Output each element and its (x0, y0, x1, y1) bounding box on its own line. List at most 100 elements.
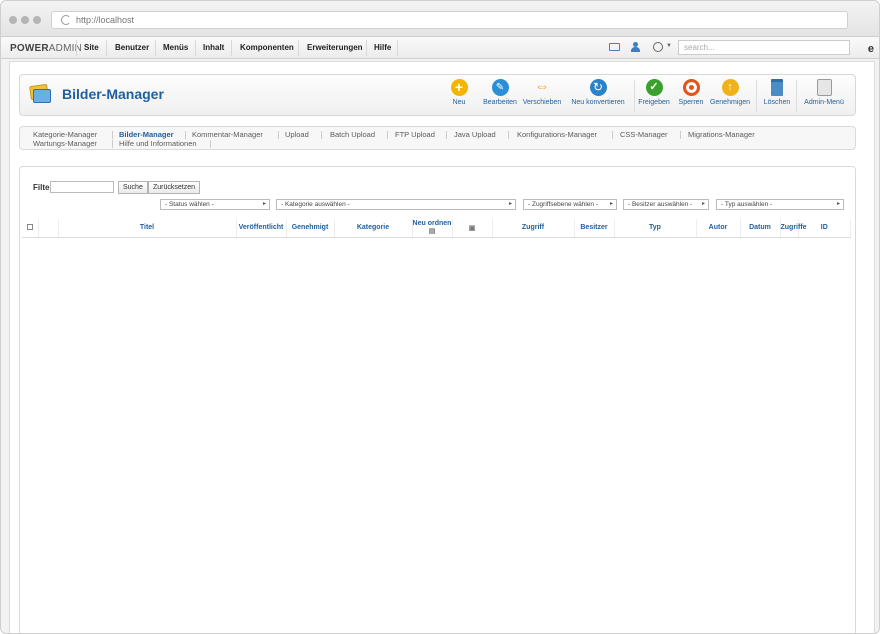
subnav-bilder-manager[interactable]: Bilder-Manager (119, 130, 174, 139)
reload-icon[interactable] (61, 15, 71, 25)
subnav-separator (680, 131, 681, 139)
trash-icon (771, 79, 783, 96)
subnav-kategorie-manager[interactable]: Kategorie-Manager (33, 130, 97, 139)
admin-menu-button-label: Admin-Menü (804, 99, 844, 106)
menu-separator (106, 40, 107, 56)
sub-navigation: Kategorie-Manager Bilder-Manager Komment… (19, 126, 856, 150)
menu-komponenten[interactable]: Komponenten (240, 43, 294, 52)
subnav-css-manager[interactable]: CSS-Manager (620, 130, 668, 139)
subnav-wartungs-manager[interactable]: Wartungs-Manager (33, 139, 97, 148)
block-icon (682, 79, 700, 96)
window-close-dot[interactable] (9, 16, 17, 24)
subnav-separator (210, 140, 211, 148)
window-minimize-dot[interactable] (21, 16, 29, 24)
images-list-panel: Filter: Suche Zurücksetzen - Status wähl… (19, 166, 856, 633)
edit-button[interactable]: ✎ Bearbeiten (476, 79, 524, 106)
approve-button[interactable]: ↑ Genehmigen (706, 79, 754, 106)
col-typ[interactable]: Typ (614, 219, 697, 238)
table-header-row: Titel Veröffentlicht Genehmigt Kategorie… (22, 219, 851, 238)
chevron-down-icon[interactable]: ▼ (666, 43, 672, 49)
browser-chrome: http://localhost (1, 1, 879, 37)
save-order-icon[interactable]: ▣ (469, 225, 476, 232)
reset-button[interactable]: Zurücksetzen (148, 181, 201, 194)
logo-text-power: POWER (10, 43, 49, 54)
col-titel[interactable]: Titel (58, 219, 237, 238)
subnav-separator (112, 131, 113, 139)
sort-icon[interactable]: ▤ (429, 228, 436, 235)
col-datum[interactable]: Datum (740, 219, 781, 238)
subnav-konfigurations-manager[interactable]: Konfigurations-Manager (517, 130, 597, 139)
access-level-select[interactable]: - Zugriffsebene wählen - (523, 199, 617, 210)
reconvert-button[interactable]: ↻ Neu konvertieren (568, 79, 628, 106)
subnav-hilfe-informationen[interactable]: Hilfe und Informationen (119, 139, 197, 148)
select-all-checkbox[interactable] (22, 219, 39, 238)
owner-select[interactable]: - Besitzer auswählen - (623, 199, 709, 210)
menu-hilfe[interactable]: Hilfe (374, 43, 391, 52)
reorder-save-header[interactable]: ▣ (452, 219, 493, 238)
address-text: http://localhost (76, 15, 135, 25)
col-autor[interactable]: Autor (696, 219, 741, 238)
col-neu-ordnen[interactable]: Neu ordnen ▤ (412, 219, 453, 238)
type-select[interactable]: - Typ auswählen - (716, 199, 844, 210)
menu-site[interactable]: Site (84, 43, 99, 52)
checkbox[interactable] (26, 223, 33, 230)
admin-menu-button[interactable]: Admin-Menü (800, 79, 848, 106)
images-table: Titel Veröffentlicht Genehmigt Kategorie… (22, 219, 851, 238)
subnav-upload[interactable]: Upload (285, 130, 309, 139)
page-toolbar: Bilder-Manager + Neu ✎ Bearbeiten ⇔ Vers… (19, 74, 856, 116)
user-icon[interactable] (631, 42, 640, 52)
subnav-ftp-upload[interactable]: FTP Upload (395, 130, 435, 139)
images-manager-icon (28, 83, 52, 104)
col-zugriffe[interactable]: Zugriffe (780, 219, 807, 238)
page-title: Bilder-Manager (62, 86, 164, 102)
pencil-icon: ✎ (491, 79, 509, 96)
admin-logo[interactable]: POWERADMIN (10, 43, 82, 54)
admin-menubar: POWERADMIN Site Benutzer Menüs Inhalt Ko… (1, 37, 879, 59)
approve-icon: ↑ (721, 79, 739, 96)
window-maximize-dot[interactable] (33, 16, 41, 24)
menu-menues[interactable]: Menüs (163, 43, 188, 52)
search-button[interactable]: Suche (118, 181, 148, 194)
refresh-icon: ↻ (589, 79, 607, 96)
browser-window: http://localhost POWERADMIN Site Benutze… (0, 0, 880, 634)
subnav-separator (278, 131, 279, 139)
delete-button[interactable]: Löschen (753, 79, 801, 106)
col-neu-ordnen-label: Neu ordnen (412, 220, 452, 228)
subnav-separator (508, 131, 509, 139)
subnav-migrations-manager[interactable]: Migrations-Manager (688, 130, 755, 139)
filter-input[interactable] (50, 181, 114, 193)
subnav-separator (185, 131, 186, 139)
admin-menu-icon (816, 79, 832, 96)
check-icon: ✓ (645, 79, 663, 96)
edit-button-label: Bearbeiten (483, 99, 517, 106)
subnav-batch-upload[interactable]: Batch Upload (330, 130, 375, 139)
content-area: Bilder-Manager + Neu ✎ Bearbeiten ⇔ Vers… (9, 61, 875, 633)
subnav-kommentar-manager[interactable]: Kommentar-Manager (192, 130, 263, 139)
menu-separator (298, 40, 299, 56)
col-kategorie[interactable]: Kategorie (334, 219, 413, 238)
approve-button-label: Genehmigen (709, 99, 751, 106)
category-select[interactable]: - Kategorie auswählen - (276, 199, 516, 210)
menu-benutzer[interactable]: Benutzer (115, 43, 149, 52)
subnav-separator (446, 131, 447, 139)
move-button[interactable]: ⇔ Verschieben (518, 79, 566, 107)
options-icon[interactable] (653, 42, 663, 52)
move-button-label: Verschieben (522, 99, 562, 106)
status-select[interactable]: - Status wählen - (160, 199, 270, 210)
subnav-separator (612, 131, 613, 139)
col-besitzer[interactable]: Besitzer (574, 219, 615, 238)
menu-separator (195, 40, 196, 56)
col-zugriff[interactable]: Zugriff (492, 219, 575, 238)
col-genehmigt[interactable]: Genehmigt (286, 219, 335, 238)
address-bar[interactable]: http://localhost (51, 11, 848, 29)
delete-button-label: Löschen (763, 99, 791, 106)
monitor-icon[interactable] (609, 43, 620, 51)
search-input[interactable]: search... (678, 40, 850, 55)
toolbar-separator (796, 80, 797, 112)
scroll-edge-icon: e (867, 43, 874, 55)
menu-inhalt[interactable]: Inhalt (203, 43, 224, 52)
menu-erweiterungen[interactable]: Erweiterungen (307, 43, 363, 52)
col-veroeffentlicht[interactable]: Veröffentlicht (236, 219, 287, 238)
plus-icon: + (450, 79, 468, 96)
subnav-java-upload[interactable]: Java Upload (454, 130, 496, 139)
